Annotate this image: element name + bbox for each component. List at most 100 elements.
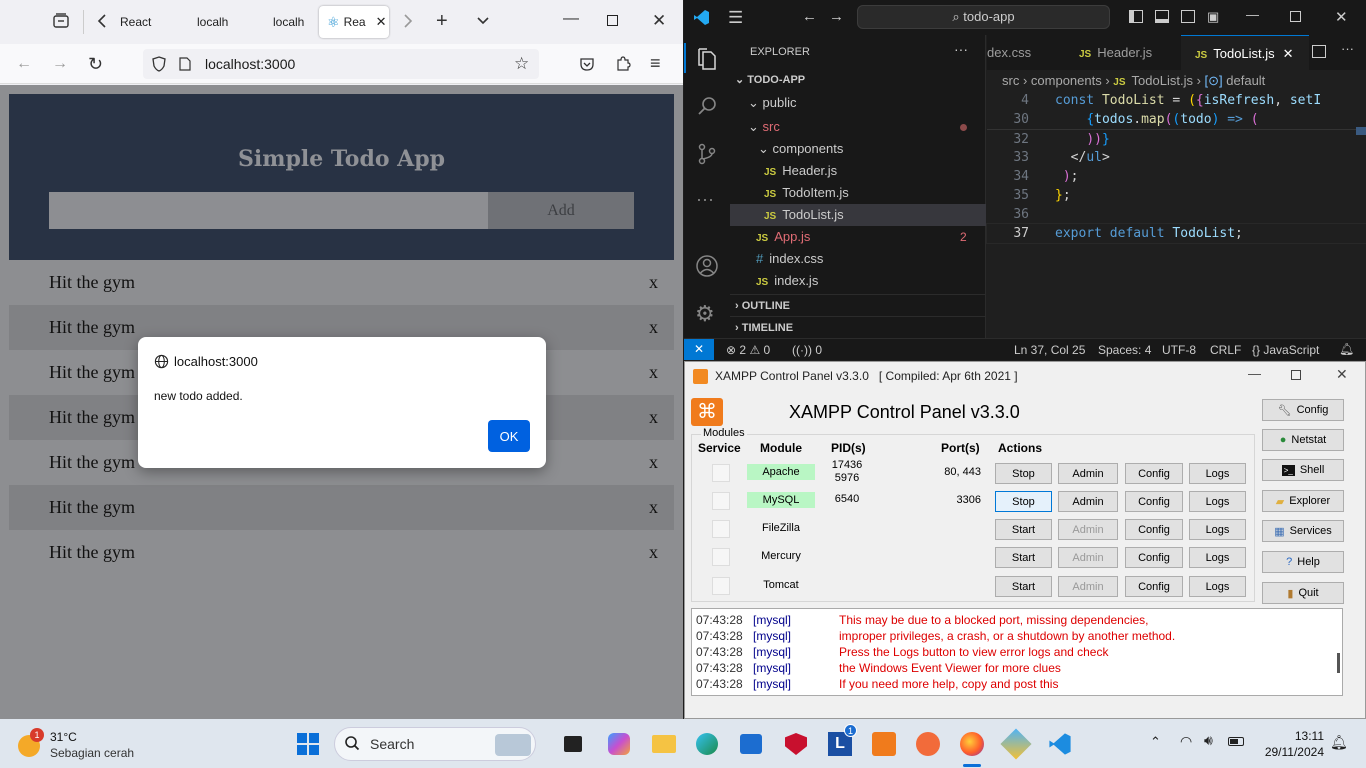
tree-file-header[interactable]: JS Header.js [730, 160, 986, 182]
minimize-icon[interactable]: — [1246, 7, 1259, 22]
maximize-icon[interactable] [1291, 370, 1301, 380]
delete-button[interactable]: x [649, 362, 658, 383]
problems-indicator[interactable]: ⊗ 2 ⚠ 0 [726, 343, 770, 357]
file-explorer-icon[interactable] [648, 728, 680, 760]
admin-button[interactable]: Admin [1058, 463, 1118, 484]
split-editor-icon[interactable] [1312, 45, 1326, 58]
back-icon[interactable]: ← [802, 8, 817, 25]
start-button[interactable]: Start [995, 576, 1052, 597]
reload-icon[interactable]: ↻ [88, 54, 103, 75]
copilot-icon[interactable] [603, 728, 635, 760]
toggle-secondary-sidebar-icon[interactable] [1181, 10, 1195, 23]
maximize-icon[interactable] [1290, 11, 1301, 22]
customize-layout-icon[interactable]: ▣ [1207, 9, 1219, 25]
close-window-icon[interactable]: ✕ [1335, 8, 1348, 26]
admin-button[interactable]: Admin [1058, 547, 1118, 568]
tab-overview-icon[interactable] [52, 12, 70, 30]
search-icon[interactable] [696, 95, 718, 117]
forward-icon[interactable]: → [52, 55, 68, 73]
clock-time[interactable]: 13:11 [1284, 729, 1324, 743]
indentation[interactable]: Spaces: 4 [1098, 343, 1151, 357]
delete-button[interactable]: x [649, 317, 658, 338]
browser-tab[interactable]: localh [271, 6, 315, 38]
breadcrumb-item[interactable]: TodoList.js [1132, 73, 1193, 88]
postman-icon[interactable] [912, 728, 944, 760]
url-text[interactable]: localhost:3000 [205, 56, 295, 72]
xampp-taskbar-icon[interactable] [868, 728, 900, 760]
tree-file-todolist[interactable]: JS TodoList.js [730, 204, 986, 226]
url-bar[interactable]: localhost:3000 ☆ [143, 49, 539, 79]
lens-icon[interactable]: L 1 [824, 724, 857, 760]
add-button[interactable]: Add [488, 192, 634, 229]
breadcrumb-item[interactable]: src [1002, 73, 1019, 88]
logs-button[interactable]: Logs [1189, 463, 1246, 484]
more-actions-icon[interactable]: ··· [1341, 41, 1354, 56]
encoding[interactable]: UTF-8 [1162, 343, 1196, 357]
ports-indicator[interactable]: ((·)) 0 [792, 343, 822, 357]
battery-icon[interactable] [1228, 737, 1244, 746]
browser-tab[interactable]: React [118, 6, 184, 38]
service-checkbox[interactable] [712, 548, 730, 566]
browser-tab[interactable]: localh [195, 6, 261, 38]
breadcrumb-item[interactable]: default [1226, 73, 1265, 88]
tree-file-indexcss[interactable]: # index.css [730, 248, 986, 270]
toggle-sidebar-icon[interactable] [1129, 10, 1143, 23]
editor-tab[interactable]: dex.css [987, 35, 1069, 70]
remote-indicator-icon[interactable]: ✕ [684, 339, 714, 360]
logs-button[interactable]: Logs [1189, 547, 1246, 568]
side-config-button[interactable]: 🔧︎ Config [1262, 399, 1344, 421]
ok-button[interactable]: OK [488, 420, 530, 452]
side-quit-button[interactable]: ▮ Quit [1262, 582, 1344, 604]
browser-tab-active[interactable]: ⚛ Rea ✕ [319, 6, 389, 38]
clock-date[interactable]: 29/11/2024 [1258, 745, 1324, 759]
log-scrollbar[interactable] [1337, 653, 1340, 673]
editor-tab-active[interactable]: JS TodoList.js ✕ [1181, 35, 1309, 70]
bell-icon[interactable]: 🔔︎ [1339, 342, 1354, 356]
shield-icon[interactable] [152, 56, 166, 72]
logs-button[interactable]: Logs [1189, 491, 1246, 512]
delete-button[interactable]: x [649, 542, 658, 563]
close-window-icon[interactable]: ✕ [1336, 366, 1348, 383]
edge-icon[interactable] [691, 728, 723, 760]
outline-section[interactable]: › OUTLINE [730, 294, 986, 316]
git-icon[interactable] [1000, 728, 1032, 760]
logs-button[interactable]: Logs [1189, 576, 1246, 597]
more-actions-icon[interactable]: ··· [954, 41, 968, 57]
volume-icon[interactable]: 🔊︎ [1204, 732, 1213, 749]
tree-folder-components[interactable]: ⌄ components [730, 138, 986, 160]
config-button[interactable]: Config [1125, 463, 1183, 484]
notification-bell-icon[interactable]: 🔔︎ [1330, 734, 1348, 751]
tree-file-todoitem[interactable]: JS TodoItem.js [730, 182, 986, 204]
logs-button[interactable]: Logs [1189, 519, 1246, 540]
minimize-icon[interactable]: — [563, 10, 579, 28]
stop-button[interactable]: Stop [995, 491, 1052, 512]
admin-button[interactable]: Admin [1058, 491, 1118, 512]
delete-button[interactable]: x [649, 497, 658, 518]
new-tab-icon[interactable]: + [436, 10, 448, 33]
log-panel[interactable]: 07:43:28 [mysql] This may be due to a bloc… [691, 608, 1343, 696]
chevron-left-icon[interactable] [96, 12, 108, 30]
source-control-icon[interactable] [696, 142, 718, 166]
service-checkbox[interactable] [712, 464, 730, 482]
extensions-icon[interactable] [615, 55, 631, 72]
editor-tab[interactable]: JS Header.js [1069, 35, 1181, 70]
config-button[interactable]: Config [1125, 547, 1183, 568]
chevron-right-icon[interactable] [402, 12, 414, 30]
service-checkbox[interactable] [712, 577, 730, 595]
minimize-icon[interactable]: — [1248, 366, 1261, 381]
pocket-icon[interactable] [579, 56, 595, 72]
tree-root[interactable]: ⌄ TODO-APP [730, 69, 986, 91]
stop-button[interactable]: Stop [995, 463, 1052, 484]
breadcrumb-item[interactable]: components [1031, 73, 1102, 88]
toggle-panel-icon[interactable] [1155, 10, 1169, 23]
start-button[interactable] [292, 728, 324, 760]
gear-icon[interactable]: ⚙ [695, 301, 715, 327]
minimap[interactable] [1356, 127, 1366, 135]
tree-file-app[interactable]: JS App.js 2 [730, 226, 986, 248]
config-button[interactable]: Config [1125, 576, 1183, 597]
wifi-icon[interactable]: ◠ [1180, 733, 1192, 750]
side-explorer-button[interactable]: ▰ Explorer [1262, 490, 1344, 512]
config-button[interactable]: Config [1125, 519, 1183, 540]
taskbar-search[interactable]: Search [334, 727, 536, 761]
code-view[interactable]: 4 const TodoList = ({isRefresh, setI 30 {… [986, 91, 1366, 244]
